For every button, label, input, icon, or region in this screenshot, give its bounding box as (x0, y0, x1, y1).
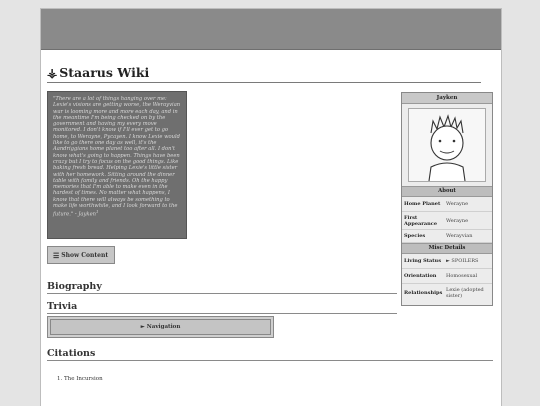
list-icon: ☰ (53, 250, 60, 260)
infobox-row-living-status: Living Status ► SPOILERS (402, 254, 492, 269)
emblem-icon: ⚶ (47, 66, 58, 80)
section-heading-biography: Biography (47, 281, 397, 294)
show-content-button[interactable]: ☰ Show Content (47, 246, 115, 264)
site-banner (41, 9, 501, 50)
character-quote: "There are a lot of things hanging over … (47, 91, 187, 239)
section-heading-citations: Citations (47, 348, 493, 361)
wiki-page: ⚶ Staarus Wiki "There are a lot of things… (40, 8, 502, 406)
section-heading-trivia: Trivia (47, 301, 397, 314)
infobox-row-first-appearance: First Appearance Werayne (402, 212, 492, 230)
infobox-row-species: Species Werayvian (402, 230, 492, 243)
infobox-title: Jayken (402, 93, 492, 104)
quote-citation[interactable]: 1 (96, 209, 99, 214)
navigation-box: ► Navigation (47, 316, 274, 338)
navigation-toggle[interactable]: ► Navigation (50, 319, 271, 335)
quote-text: "There are a lot of things hanging over … (53, 96, 181, 219)
character-infobox: Jayken About Home Planet Werayne First A… (401, 92, 493, 306)
infobox-row-orientation: Orientation Homosexual (402, 269, 492, 284)
infobox-section-misc: Misc Details (402, 243, 492, 254)
citation-list: 1. The Incursion (57, 376, 103, 382)
spoilers-toggle[interactable]: ► SPOILERS (444, 257, 492, 265)
portrait-drawing (409, 109, 485, 182)
page-title[interactable]: ⚶ Staarus Wiki (47, 65, 481, 83)
infobox-section-about: About (402, 186, 492, 197)
infobox-row-relationships: Relationships Lexie (adopted sister) (404, 286, 484, 299)
citation-item[interactable]: 1. The Incursion (57, 376, 103, 382)
character-portrait[interactable] (408, 108, 486, 182)
infobox-row-home-planet: Home Planet Werayne (402, 197, 492, 212)
